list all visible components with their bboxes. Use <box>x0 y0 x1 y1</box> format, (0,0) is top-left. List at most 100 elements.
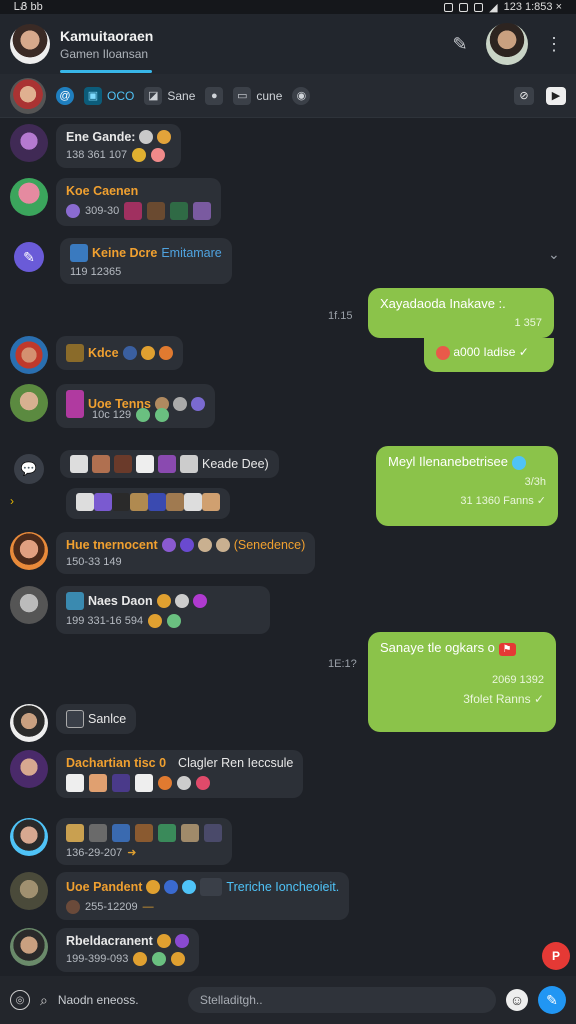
outgoing-bubble[interactable]: Sanaye tle ogkars o ⚑ 2069 1392 3folet R… <box>368 632 556 732</box>
message-bubble[interactable]: Keade Dee) <box>60 450 279 478</box>
reply-arrow-icon[interactable]: › <box>10 494 14 508</box>
avatar[interactable] <box>10 178 48 216</box>
emoji-icon <box>148 614 163 628</box>
edit-icon[interactable]: ✎ <box>448 34 472 55</box>
sticker-thumbnail[interactable] <box>193 202 212 220</box>
avatar[interactable] <box>10 928 48 966</box>
avatar[interactable] <box>10 532 48 570</box>
avatar[interactable] <box>10 384 48 422</box>
sticker-thumbnail[interactable] <box>112 493 130 511</box>
avatar[interactable] <box>10 704 48 742</box>
chip-location[interactable]: ◉ <box>292 86 311 105</box>
message-bubble[interactable]: Dachartian tisc 0 Clagler Ren Ieccsule <box>56 750 304 798</box>
message-input[interactable] <box>187 987 496 1013</box>
message-bubble[interactable]: Uoe Pandent Treriche Ioncheoieit. 255-122… <box>56 872 350 920</box>
more-options-icon[interactable]: ⋮ <box>542 34 566 55</box>
message-bubble[interactable]: Keine Dcre Emitamare 119 12365 <box>60 238 232 284</box>
group-avatar[interactable] <box>10 24 50 64</box>
sticker-thumbnail[interactable] <box>66 824 84 842</box>
header-title-block[interactable]: Kamuitaoraen Gamen Iloansan <box>60 28 448 61</box>
message-meta: 136-29-207 <box>66 846 123 859</box>
sticker-thumbnail[interactable] <box>170 202 189 220</box>
avatar[interactable] <box>10 872 48 910</box>
message-bubble[interactable]: Koe Caenen 309-30 <box>56 178 222 226</box>
list-item[interactable]: 💬 Keade Dee) <box>10 450 279 488</box>
sticker-thumbnail[interactable] <box>76 493 94 511</box>
emoji-picker-icon[interactable]: ☺ <box>506 989 528 1011</box>
sticker-thumbnail[interactable] <box>147 202 166 220</box>
list-item[interactable]: 136-29-207 ➜ <box>10 818 232 865</box>
outgoing-bubble[interactable]: Meyl Ilenanebetrisee 3/3h 31 1360 Fanns … <box>376 446 558 526</box>
sticker-thumbnail[interactable] <box>184 493 202 511</box>
chip-oco[interactable]: ▣ OCO <box>84 86 134 105</box>
comment-icon[interactable]: 💬 <box>14 454 44 484</box>
sticker-thumbnail[interactable] <box>136 455 154 473</box>
sticker-thumbnail[interactable] <box>148 493 166 511</box>
sticker-strip[interactable] <box>66 488 230 519</box>
sticker-thumbnail[interactable] <box>204 824 222 842</box>
chevron-down-icon[interactable]: ⌄ <box>548 246 560 263</box>
block-icon[interactable]: ⊘ <box>514 86 534 105</box>
mention-chip[interactable]: @ <box>56 86 74 105</box>
outgoing-bubble[interactable]: Xayadaoda Inakave :. 1 357 <box>368 288 554 338</box>
sticker-thumbnail[interactable] <box>166 493 184 511</box>
sticker-thumbnail[interactable] <box>158 824 176 842</box>
sticker-thumbnail[interactable] <box>124 202 143 220</box>
search-label[interactable]: Naodn eneoss. <box>58 993 178 1007</box>
sticker-thumbnail[interactable] <box>130 493 148 511</box>
outgoing-bubble-continued[interactable]: a000 Iadise ✓ <box>424 338 554 372</box>
message-bubble[interactable]: Rbeldacranent 199-399-093 <box>56 928 199 972</box>
message-bubble[interactable]: Sanlce <box>56 704 137 734</box>
sender-name: Naes Daon <box>88 594 153 608</box>
avatar[interactable] <box>10 818 48 856</box>
avatar[interactable] <box>10 124 48 162</box>
chip-person[interactable]: ● <box>205 86 224 105</box>
message-bubble[interactable]: Uoe Tenns 10c 129 <box>56 384 215 428</box>
message-list[interactable]: ⌄ Ene Gande: 138 361 107 Koe Caenen 309-… <box>0 118 576 976</box>
list-item[interactable]: Hue tnernocent (Senedence) 150-33 149 <box>10 532 316 574</box>
sticker-thumbnail[interactable] <box>89 774 107 792</box>
list-item[interactable]: Sanlce <box>10 704 137 742</box>
sticker-thumbnail[interactable] <box>202 493 220 511</box>
sticker-thumbnail[interactable] <box>94 493 112 511</box>
avatar[interactable] <box>10 750 48 788</box>
message-bubble[interactable]: Kdce <box>56 336 183 370</box>
sticker-thumbnail[interactable] <box>112 774 130 792</box>
chip-sane[interactable]: ◪ Sane <box>144 86 195 105</box>
list-item[interactable]: Dachartian tisc 0 Clagler Ren Ieccsule <box>10 750 304 798</box>
message-bubble[interactable]: Ene Gande: 138 361 107 <box>56 124 182 168</box>
message-bubble[interactable]: Naes Daon 199 331-16 594 <box>56 586 270 634</box>
toolbar-avatar[interactable] <box>10 77 46 114</box>
sticker-thumbnail[interactable] <box>135 824 153 842</box>
chip-cune[interactable]: ▭ cune <box>233 86 282 105</box>
avatar[interactable] <box>10 586 48 624</box>
sticker-thumbnail[interactable] <box>66 774 84 792</box>
list-item[interactable]: ✎ Keine Dcre Emitamare 119 12365 <box>10 238 232 284</box>
list-item[interactable]: Uoe Tenns 10c 129 <box>10 384 215 428</box>
message-bubble[interactable]: 136-29-207 ➜ <box>56 818 232 865</box>
search-icon[interactable]: ⌕ <box>40 992 48 1009</box>
list-item[interactable]: Rbeldacranent 199-399-093 <box>10 928 199 972</box>
list-item[interactable]: Ene Gande: 138 361 107 <box>10 124 182 168</box>
sticker-thumbnail[interactable] <box>181 824 199 842</box>
list-item[interactable]: Uoe Pandent Treriche Ioncheoieit. 255-122… <box>10 872 350 920</box>
floating-action-button[interactable]: P <box>542 942 570 970</box>
message-bubble[interactable]: Hue tnernocent (Senedence) 150-33 149 <box>56 532 316 574</box>
list-item[interactable]: Koe Caenen 309-30 <box>10 178 222 226</box>
bot-icon[interactable]: ✎ <box>14 242 44 272</box>
sticker-thumbnail[interactable] <box>135 774 153 792</box>
attach-icon[interactable]: ◎ <box>10 990 30 1010</box>
send-button[interactable]: ✎ <box>538 986 566 1014</box>
list-item[interactable]: Kdce <box>10 336 183 374</box>
sticker-thumbnail[interactable] <box>114 455 132 473</box>
list-item[interactable]: Naes Daon 199 331-16 594 <box>10 586 270 634</box>
sticker-thumbnail[interactable] <box>180 455 198 473</box>
video-icon[interactable]: ▶ <box>546 86 566 105</box>
sticker-thumbnail[interactable] <box>92 455 110 473</box>
sticker-thumbnail[interactable] <box>158 455 176 473</box>
avatar[interactable] <box>10 336 48 374</box>
sticker-thumbnail[interactable] <box>70 455 88 473</box>
sticker-thumbnail[interactable] <box>89 824 107 842</box>
profile-avatar[interactable] <box>486 23 528 65</box>
sticker-thumbnail[interactable] <box>112 824 130 842</box>
